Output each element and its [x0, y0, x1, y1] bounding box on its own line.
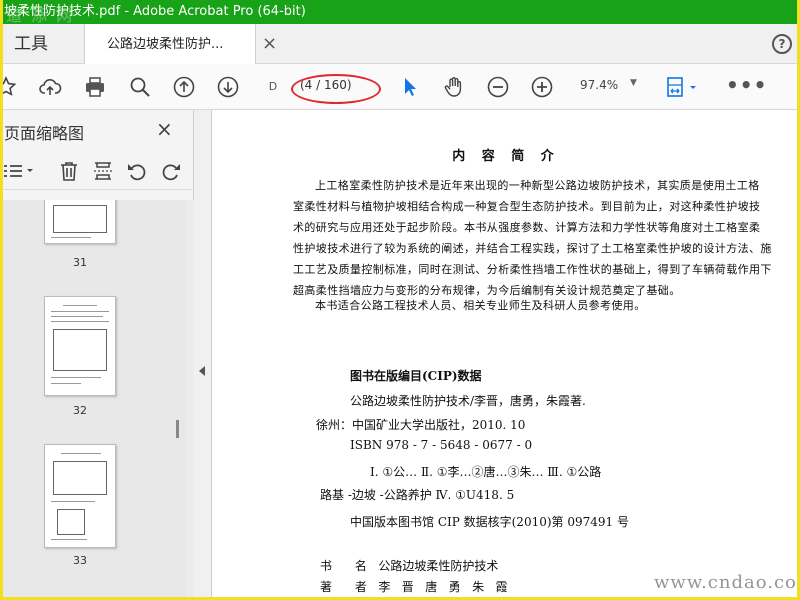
tab-document[interactable]: 公路边坡柔性防护... [84, 24, 256, 64]
pdf-page: 内 容 简 介 上工格室柔性防护技术是近年来出现的一种新型公路边坡防护技术，其实… [212, 110, 800, 600]
cip-title: 图书在版编目(CIP)数据 [350, 369, 482, 383]
intro-line: 室柔性材料与植物护坡相结合构成一种复合型生态防护技术。到目前为止，对这种柔性护坡… [293, 200, 761, 213]
cip-line: 中国版本图书馆 CIP 数据核字(2010)第 097491 号 [350, 515, 629, 529]
collapse-arrow-icon[interactable] [199, 366, 205, 376]
page-thumbnail[interactable] [44, 444, 116, 548]
credit-line: 著 者 李 晋 唐 勇 朱 霞 [320, 580, 508, 594]
cip-line: 路基 -边坡 -公路养护 Ⅳ. ①U418. 5 [320, 488, 515, 502]
intro-line: 术的研究与应用还处于起步阶段。本书从强度参数、计算方法和力学性状等角度对土工格室… [293, 221, 761, 234]
panel-resize-grip[interactable] [176, 420, 179, 438]
watermark-bottom: www.cndao.com [654, 572, 800, 593]
cip-line: ISBN 978 - 7 - 5648 - 0677 - 0 [350, 438, 533, 452]
cloud-upload-icon[interactable] [38, 75, 62, 99]
page-number-input[interactable]: D [262, 76, 284, 98]
intro-line: 工工艺及质量控制标准，同时在测试、分析柔性挡墙工作性状的基础上，得到了车辆荷载作… [293, 263, 772, 276]
zoom-out-icon[interactable] [486, 75, 510, 99]
hand-tool-icon[interactable] [442, 75, 466, 99]
panel-close-button[interactable]: × [156, 117, 173, 141]
cip-line: 公路边坡柔性防护技术/李晋，唐勇，朱霞著. [350, 394, 586, 408]
thumbnail-list: 31 32 33 [0, 200, 186, 600]
panel-collapse-strip[interactable] [194, 110, 212, 600]
thumbnail-scrollbar[interactable] [186, 200, 194, 600]
page-down-icon[interactable] [216, 75, 240, 99]
thumbnail-label: 32 [73, 404, 87, 417]
delete-page-icon[interactable] [58, 160, 80, 182]
credit-line: 书 名 公路边坡柔性防护技术 [320, 559, 499, 573]
select-cursor-icon[interactable] [398, 75, 422, 99]
zoom-dropdown-icon[interactable]: ▼ [630, 78, 637, 88]
thumbnail-label: 31 [73, 256, 87, 269]
panel-toolbar [0, 154, 192, 190]
intro-line: 本书适合公路工程技术人员、相关专业师生及科研人员参考使用。 [315, 299, 646, 312]
extract-page-icon[interactable] [92, 160, 114, 182]
panel-title: 页面缩略图 [4, 124, 85, 143]
page-thumbnail[interactable] [44, 200, 116, 244]
summary-heading: 内 容 简 介 [452, 149, 560, 164]
options-menu-icon[interactable] [2, 160, 36, 182]
rotate-left-icon[interactable] [126, 160, 148, 182]
rotate-right-icon[interactable] [160, 160, 182, 182]
tab-bar: 工具 公路边坡柔性防护... × ? [0, 24, 800, 64]
thumbnails-panel: 页面缩略图 × 31 32 33 [0, 110, 194, 600]
star-icon[interactable] [0, 75, 18, 99]
more-tools-button[interactable]: ••• [726, 73, 767, 97]
page-thumbnail[interactable] [44, 296, 116, 396]
intro-line: 上工格室柔性防护技术是近年来出现的一种新型公路边坡防护技术，其实质是使用土工格 [315, 179, 760, 192]
tab-close-button[interactable]: × [262, 24, 277, 64]
page-count: (4 / 160) [300, 78, 352, 92]
cip-line: 徐州：中国矿业大学出版社，2010. 10 [316, 418, 526, 432]
document-view[interactable]: 内 容 简 介 上工格室柔性防护技术是近年来出现的一种新型公路边坡防护技术，其实… [212, 110, 800, 600]
intro-line: 性护坡技术进行了较为系统的阐述，并结合工程实践，探讨了土工格室柔性护坡的设计方法… [293, 242, 772, 255]
search-icon[interactable] [128, 75, 152, 99]
fit-page-icon[interactable] [664, 75, 700, 99]
zoom-in-icon[interactable] [530, 75, 554, 99]
print-icon[interactable] [83, 75, 107, 99]
window-title-bar: 坡柔性防护技术.pdf - Adobe Acrobat Pro (64-bit) [0, 0, 800, 24]
thumbnail-label: 33 [73, 554, 87, 567]
help-button[interactable]: ? [772, 34, 792, 54]
window-title: 坡柔性防护技术.pdf - Adobe Acrobat Pro (64-bit) [4, 4, 306, 19]
page-up-icon[interactable] [172, 75, 196, 99]
tab-tools[interactable]: 工具 [0, 24, 82, 64]
main-toolbar: D (4 / 160) 97.4% ▼ ••• [0, 64, 800, 110]
zoom-level[interactable]: 97.4% [580, 78, 618, 92]
cip-line: Ⅰ. ①公… Ⅱ. ①李…②唐…③朱… Ⅲ. ①公路 [370, 465, 602, 479]
